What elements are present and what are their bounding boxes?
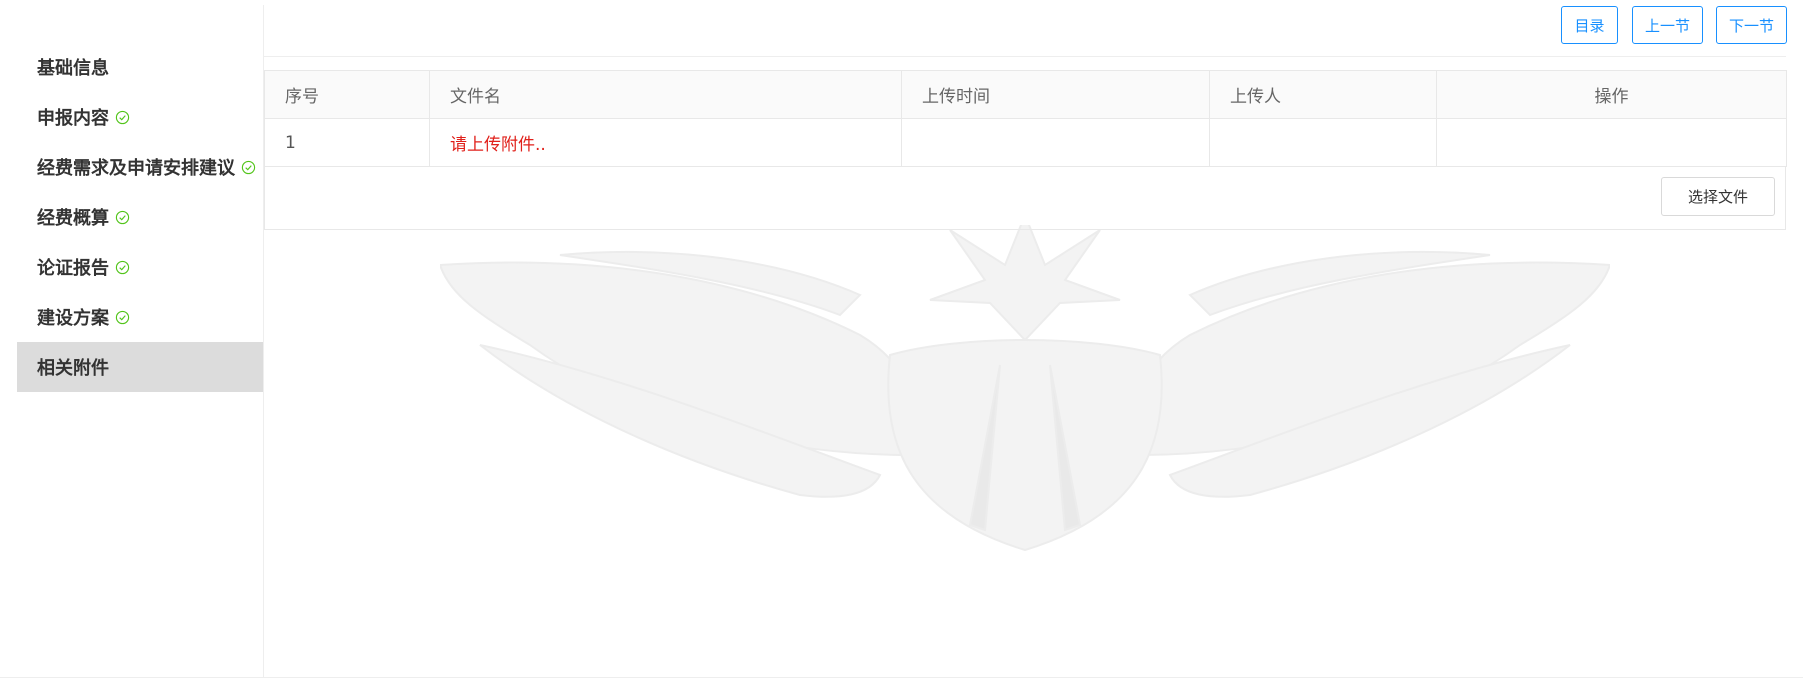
sidebar-item-label: 经费概算 (37, 208, 109, 229)
sidebar-item-construction-plan[interactable]: 建设方案 (17, 292, 263, 342)
header-divider (264, 56, 1786, 57)
sidebar-item-label: 经费需求及申请安排建议 (37, 158, 235, 179)
attachments-table: 序号 文件名 上传时间 上传人 操作 1 请上传附件.. (264, 70, 1787, 167)
cell-index: 1 (264, 118, 430, 167)
check-circle-icon (241, 160, 256, 174)
cell-actions (1436, 118, 1787, 167)
sidebar-item-label: 论证报告 (37, 258, 109, 279)
column-header-index: 序号 (264, 70, 430, 119)
attachments-table-container: 序号 文件名 上传时间 上传人 操作 1 请上传附件.. 选择文件 (264, 70, 1787, 230)
page-root: 目录 上一节 下一节 基础信息 申报内容 经费需求及申请安排建议 经费概算 论证… (0, 0, 1803, 692)
table-row: 1 请上传附件.. (264, 118, 1787, 167)
sidebar-item-basic-info[interactable]: 基础信息 (17, 42, 263, 92)
sidebar-item-attachments[interactable]: 相关附件 (17, 342, 263, 392)
table-footer: 选择文件 (264, 167, 1786, 230)
sidebar-item-application-content[interactable]: 申报内容 (17, 92, 263, 142)
cell-filename-placeholder: 请上传附件.. (429, 118, 902, 167)
cell-upload-time (901, 118, 1210, 167)
sidebar-item-label: 基础信息 (37, 58, 109, 79)
sidebar-item-feasibility-report[interactable]: 论证报告 (17, 242, 263, 292)
prev-section-button[interactable]: 上一节 (1632, 6, 1703, 44)
catalog-button[interactable]: 目录 (1561, 6, 1618, 44)
winged-star-emblem-watermark (440, 225, 1610, 552)
column-header-filename: 文件名 (429, 70, 902, 119)
cell-uploader (1209, 118, 1437, 167)
check-circle-icon (115, 260, 130, 274)
next-section-button[interactable]: 下一节 (1716, 6, 1787, 44)
sidebar-item-label: 申报内容 (37, 108, 109, 129)
column-header-actions: 操作 (1436, 70, 1787, 119)
table-header-row: 序号 文件名 上传时间 上传人 操作 (264, 70, 1787, 119)
check-circle-icon (115, 210, 130, 224)
footer-divider (0, 677, 1803, 678)
sidebar-item-funding-request[interactable]: 经费需求及申请安排建议 (17, 142, 263, 192)
sidebar-item-budget-estimate[interactable]: 经费概算 (17, 192, 263, 242)
column-header-upload-time: 上传时间 (901, 70, 1210, 119)
check-circle-icon (115, 310, 130, 324)
select-file-button[interactable]: 选择文件 (1661, 177, 1775, 216)
column-header-uploader: 上传人 (1209, 70, 1437, 119)
sidebar-item-label: 相关附件 (37, 358, 109, 379)
section-sidebar: 基础信息 申报内容 经费需求及申请安排建议 经费概算 论证报告 建设方案 相关附… (17, 42, 263, 392)
check-circle-icon (115, 110, 130, 124)
sidebar-item-label: 建设方案 (37, 308, 109, 329)
